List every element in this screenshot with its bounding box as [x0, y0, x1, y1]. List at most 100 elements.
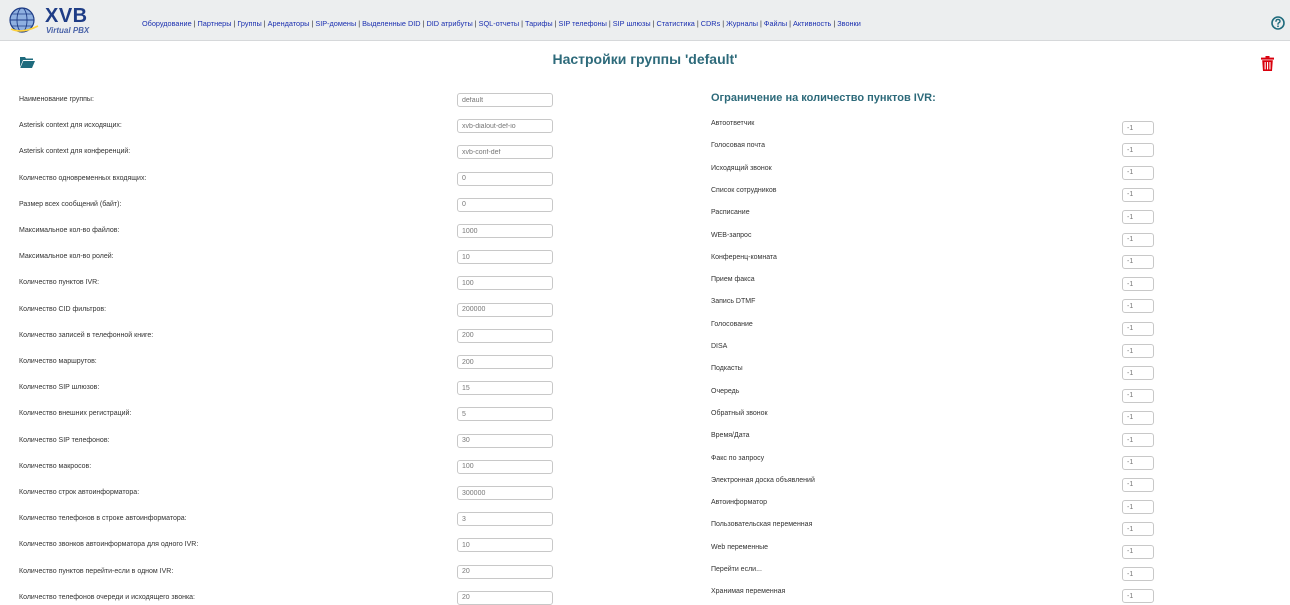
help-circle-icon[interactable]	[1271, 16, 1285, 30]
field-label: Количество внешних регистраций:	[19, 410, 132, 418]
field-label: Количество SIP телефонов:	[19, 436, 110, 444]
field-label: Максимальное кол-во файлов:	[19, 227, 120, 234]
logo[interactable]: XVB Virtual PBX	[8, 5, 143, 36]
nav-link[interactable]: Выделенные DID	[362, 19, 420, 28]
nav-link[interactable]: SIP шлюзы	[613, 19, 651, 28]
nav-link[interactable]: SIP-домены	[315, 19, 356, 28]
field-label: Количество CID фильтров:	[19, 305, 107, 313]
nav-link[interactable]: Группы	[237, 19, 261, 28]
field-input[interactable]	[457, 590, 553, 605]
field-label: Наименование группы:	[19, 96, 94, 103]
field-input[interactable]	[457, 486, 553, 500]
ivr-limit-input[interactable]	[1122, 522, 1154, 537]
nav-link[interactable]: Активность	[793, 19, 831, 28]
ivr-limit-label: Пользовательская переменная	[711, 521, 813, 529]
field-input[interactable]	[457, 93, 553, 107]
nav-separator: |	[233, 19, 236, 28]
field-label: Количество пунктов IVR:	[19, 279, 100, 287]
ivr-limits-heading: Ограничение на количество пунктов IVR:	[711, 92, 936, 104]
ivr-limit-label: Расписание	[711, 209, 750, 217]
main-nav: Оборудование | Партнеры | Группы | Арендаторы |…	[142, 19, 861, 28]
nav-separator: |	[608, 19, 611, 28]
nav-link[interactable]: Статистика	[657, 19, 695, 28]
ivr-limit-input[interactable]	[1122, 299, 1154, 314]
ivr-limit-input[interactable]	[1122, 567, 1154, 581]
ivr-limit-input[interactable]	[1122, 187, 1154, 202]
field-input[interactable]	[457, 564, 553, 579]
field-label: Количество одновременных входящих:	[19, 174, 147, 182]
field-input[interactable]	[457, 197, 553, 212]
ivr-limit-input[interactable]	[1122, 143, 1154, 158]
nav-link[interactable]: Оборудование	[142, 19, 192, 28]
field-input[interactable]	[457, 145, 553, 160]
ivr-limit-label: Конференц-комната	[711, 253, 777, 261]
ivr-limit-input[interactable]	[1122, 455, 1154, 470]
field-label: Количество макросов:	[19, 462, 92, 470]
field-input[interactable]	[457, 276, 553, 291]
ivr-limit-input[interactable]	[1122, 210, 1154, 225]
field-label: Asterisk context для конференций:	[19, 148, 131, 156]
nav-separator: |	[833, 19, 836, 28]
ivr-limit-label: Подкасты	[711, 365, 743, 373]
ivr-limit-label: Исходящий звонок	[711, 164, 772, 172]
nav-separator: |	[422, 19, 425, 28]
ivr-limit-input[interactable]	[1122, 589, 1154, 604]
field-input[interactable]	[457, 459, 553, 474]
nav-separator: |	[652, 19, 655, 28]
field-label: Размер всех сообщений (байт):	[19, 200, 122, 208]
field-input[interactable]	[457, 538, 553, 553]
nav-link[interactable]: Звонки	[837, 19, 861, 28]
field-label: Количество пунктов перейти-если в одном …	[19, 567, 174, 575]
field-input[interactable]	[457, 433, 553, 448]
field-input[interactable]	[457, 512, 553, 527]
field-input[interactable]	[457, 119, 553, 134]
nav-link[interactable]: DID атрибуты	[426, 19, 472, 28]
field-input[interactable]	[457, 302, 553, 317]
ivr-limit-label: Прием факса	[711, 276, 755, 284]
field-input[interactable]	[457, 224, 553, 238]
ivr-limit-label: Голосовая почта	[711, 142, 766, 150]
nav-link[interactable]: CDRs	[701, 19, 720, 28]
nav-link[interactable]: SIP телефоны	[558, 19, 606, 28]
ivr-limit-input[interactable]	[1122, 344, 1154, 358]
nav-link[interactable]: SQL-отчеты	[479, 19, 519, 28]
ivr-limit-input[interactable]	[1122, 366, 1154, 381]
field-input[interactable]	[457, 407, 553, 422]
ivr-limit-input[interactable]	[1122, 477, 1154, 492]
page-title: Настройки группы 'default'	[552, 51, 738, 67]
nav-link[interactable]: Партнеры	[198, 19, 232, 28]
field-input[interactable]	[457, 171, 553, 186]
ivr-limit-label: Автоинформатор	[711, 499, 768, 507]
field-input[interactable]	[457, 381, 553, 396]
ivr-limit-input[interactable]	[1122, 277, 1154, 292]
ivr-limit-label: Автоответчик	[711, 120, 755, 127]
ivr-limit-label: Обратный звонок	[711, 409, 768, 417]
ivr-limit-input[interactable]	[1122, 410, 1154, 425]
ivr-limit-input[interactable]	[1122, 254, 1154, 269]
field-label: Количество SIP шлюзов:	[19, 384, 100, 392]
nav-link[interactable]: Журналы	[726, 19, 758, 28]
trash-icon[interactable]	[1261, 56, 1274, 71]
ivr-limit-label: Очередь	[711, 387, 740, 395]
ivr-limit-input[interactable]	[1122, 121, 1154, 135]
nav-link[interactable]: Арендаторы	[268, 19, 310, 28]
ivr-limit-input[interactable]	[1122, 165, 1154, 180]
ivr-limit-input[interactable]	[1122, 544, 1154, 559]
ivr-limit-input[interactable]	[1122, 321, 1154, 336]
ivr-limit-input[interactable]	[1122, 500, 1154, 515]
nav-separator: |	[760, 19, 762, 28]
nav-link[interactable]: Тарифы	[525, 19, 553, 28]
ivr-limit-input[interactable]	[1122, 232, 1154, 247]
nav-separator: |	[722, 19, 725, 28]
field-input[interactable]	[457, 250, 553, 265]
ivr-limit-label: Голосование	[711, 320, 753, 328]
field-label: Максимальное кол-во ролей:	[19, 253, 114, 261]
ivr-limit-input[interactable]	[1122, 433, 1154, 448]
field-input[interactable]	[457, 328, 553, 343]
ivr-limit-label: DISA	[711, 343, 728, 350]
ivr-limit-label: Время/Дата	[711, 432, 750, 440]
nav-separator: |	[474, 19, 477, 28]
field-input[interactable]	[457, 355, 553, 369]
ivr-limit-input[interactable]	[1122, 388, 1154, 403]
nav-link[interactable]: Файлы	[764, 19, 787, 28]
